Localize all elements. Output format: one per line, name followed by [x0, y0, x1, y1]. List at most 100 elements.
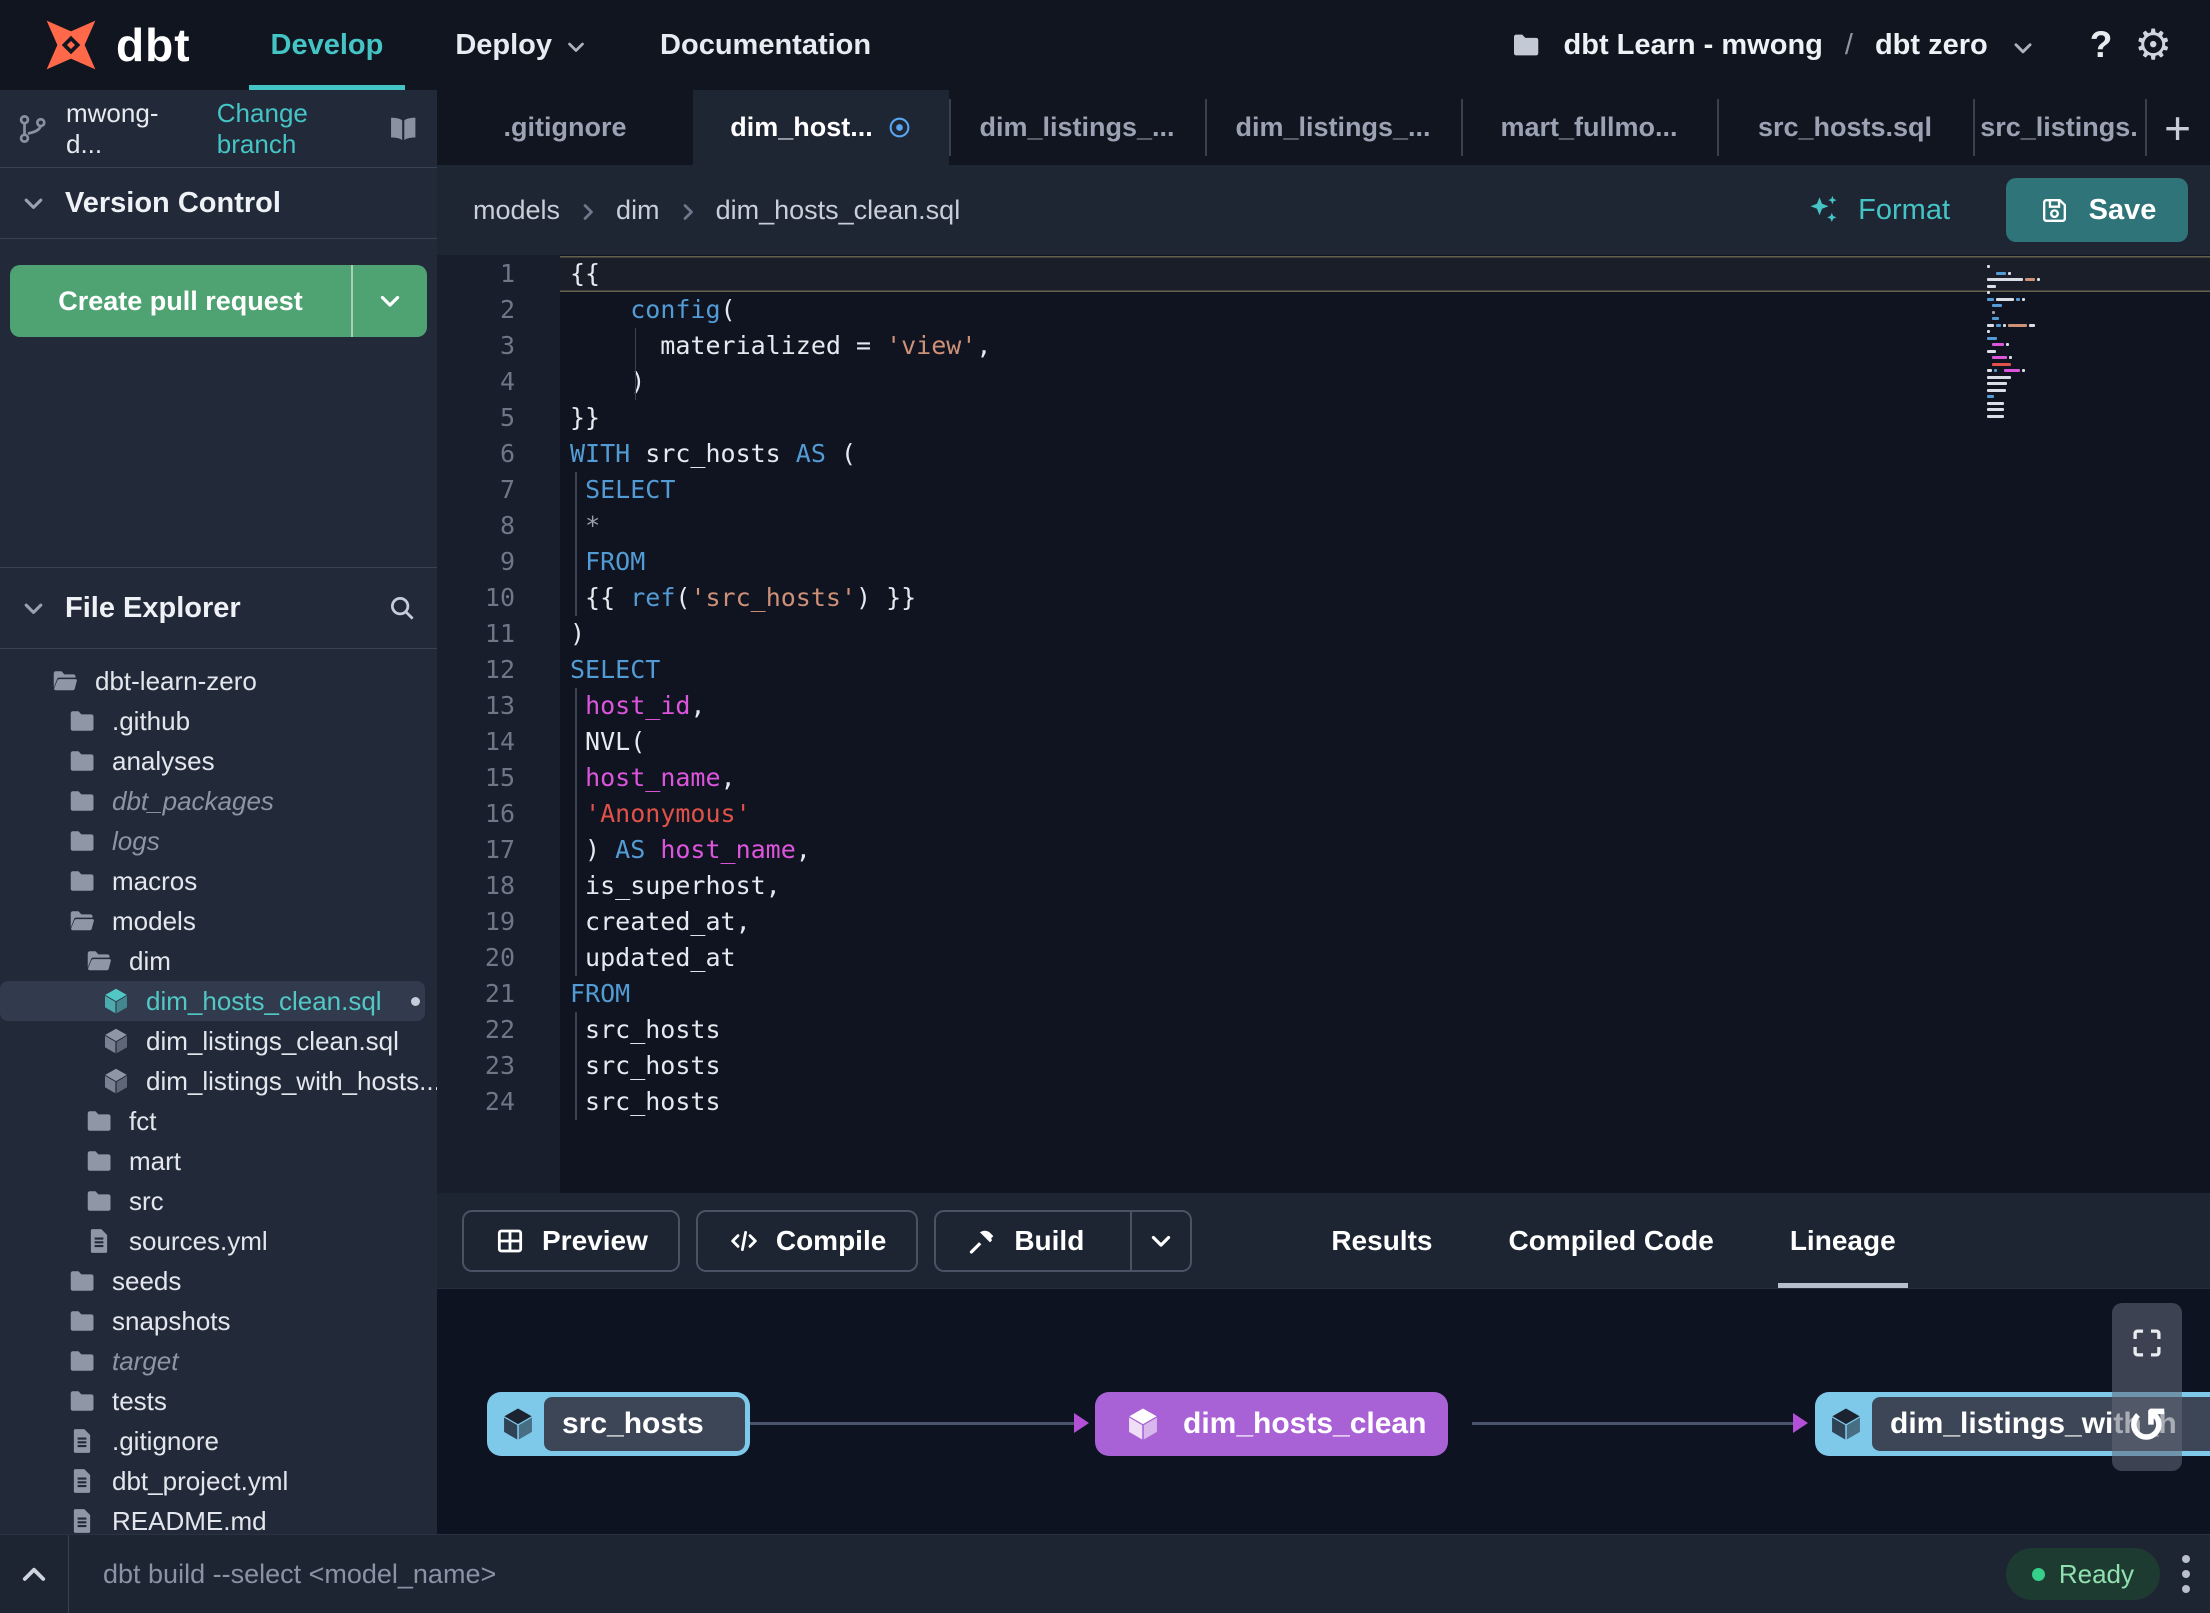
chevron-down-icon[interactable]	[2010, 35, 2036, 61]
code-editor[interactable]: 1{{2 config(3 materialized = 'view', 4 ) 5…	[437, 255, 2210, 1193]
search-icon[interactable]	[387, 593, 417, 623]
dbt-logo[interactable]: dbt	[0, 0, 235, 90]
tab-src_listings.[interactable]: src_listings.	[1973, 90, 2145, 165]
tree-item-.github[interactable]: .github	[0, 701, 425, 741]
lineage-node-label: src_hosts	[544, 1397, 745, 1451]
help-button[interactable]: ?	[2090, 24, 2113, 66]
command-input[interactable]: dbt build --select <model_name>	[103, 1559, 496, 1590]
tree-item-label: README.md	[112, 1505, 267, 1535]
refresh-lineage-icon[interactable]: ↺	[2127, 1402, 2167, 1451]
breadcrumb-item[interactable]: dim	[616, 195, 660, 226]
tree-item-target[interactable]: target	[0, 1341, 425, 1381]
fullscreen-icon[interactable]	[2128, 1324, 2166, 1362]
line-number: 6	[499, 439, 515, 468]
lineage-canvas[interactable]: src_hosts dim_hosts_clean dim_listings_wit…	[437, 1288, 2210, 1534]
change-branch-link[interactable]: Change branch	[217, 98, 387, 160]
preview-grid-icon	[494, 1225, 526, 1257]
panel-tab-results[interactable]: Results	[1293, 1193, 1470, 1288]
tree-item-tests[interactable]: tests	[0, 1381, 425, 1421]
save-floppy-icon	[2038, 194, 2071, 227]
line-number: 21	[484, 979, 515, 1008]
edge-arrow-icon	[1793, 1413, 1808, 1433]
tab-dim_listings_...[interactable]: dim_listings_...	[949, 90, 1205, 165]
line-number: 2	[499, 295, 515, 324]
tree-item-src[interactable]: src	[0, 1181, 425, 1221]
tab-.gitignore[interactable]: .gitignore	[437, 90, 693, 165]
top-navbar: dbt Develop Deploy Documentation dbt Learn…	[0, 0, 2210, 90]
create-pull-request-label[interactable]: Create pull request	[10, 265, 353, 337]
panel-tab-lineage[interactable]: Lineage	[1752, 1193, 1934, 1288]
save-label: Save	[2088, 193, 2157, 226]
tree-item-logs[interactable]: logs	[0, 821, 425, 861]
pr-dropdown-button[interactable]	[353, 265, 427, 337]
preview-button[interactable]: Preview	[462, 1209, 680, 1272]
tree-item-dim_listings_clean.sql[interactable]: dim_listings_clean.sql	[0, 1021, 425, 1061]
panel-tab-compiled-code[interactable]: Compiled Code	[1470, 1193, 1751, 1288]
nav-item-develop[interactable]: Develop	[235, 0, 420, 90]
tree-item-dim_hosts_clean.sql[interactable]: dim_hosts_clean.sql	[0, 981, 425, 1021]
docs-book-icon[interactable]	[387, 112, 419, 146]
tab-dim_listings_...[interactable]: dim_listings_...	[1205, 90, 1461, 165]
minimap-line	[1987, 382, 2045, 385]
environment-name[interactable]: dbt zero	[1875, 29, 1988, 62]
line-number: 9	[499, 547, 515, 576]
line-content: }}	[570, 403, 601, 432]
tree-item-README.md[interactable]: README.md	[0, 1501, 425, 1534]
kebab-menu-icon[interactable]	[2182, 1555, 2190, 1593]
line-number: 19	[484, 907, 515, 936]
lineage-node-src_hosts[interactable]: src_hosts	[487, 1392, 750, 1456]
build-button[interactable]: Build	[934, 1209, 1193, 1272]
breadcrumb-item[interactable]: dim_hosts_clean.sql	[716, 195, 961, 226]
breadcrumb-item[interactable]: models	[473, 195, 560, 226]
build-dropdown-button[interactable]	[1130, 1211, 1190, 1270]
tree-item-analyses[interactable]: analyses	[0, 741, 425, 781]
compile-button[interactable]: Compile	[695, 1209, 919, 1272]
tree-item-mart[interactable]: mart	[0, 1141, 425, 1181]
tree-item-.gitignore[interactable]: .gitignore	[0, 1421, 425, 1461]
code-line: 9 FROM	[437, 544, 2210, 580]
tab-mart_fullmo...[interactable]: mart_fullmo...	[1461, 90, 1717, 165]
indent-guide-line	[575, 1048, 577, 1084]
account-name[interactable]: dbt Learn - mwong	[1564, 29, 1823, 62]
line-number: 23	[484, 1051, 515, 1080]
tree-item-sources.yml[interactable]: sources.yml	[0, 1221, 425, 1261]
tab-src_hosts.sql[interactable]: src_hosts.sql	[1717, 90, 1973, 165]
tree-item-fct[interactable]: fct	[0, 1101, 425, 1141]
editor-tabbar: .gitignore dim_host... dim_listings_... dim…	[437, 90, 2210, 165]
tree-item-dbt_project.yml[interactable]: dbt_project.yml	[0, 1461, 425, 1501]
tree-item-snapshots[interactable]: snapshots	[0, 1301, 425, 1341]
lineage-edge	[1472, 1422, 1794, 1425]
tree-item-macros[interactable]: macros	[0, 861, 425, 901]
save-button[interactable]: Save	[2006, 178, 2188, 242]
folder-icon	[67, 1306, 97, 1336]
command-bar-toggle[interactable]	[0, 1535, 69, 1613]
tab-dim_host...[interactable]: dim_host...	[693, 90, 949, 165]
tree-item-seeds[interactable]: seeds	[0, 1261, 425, 1301]
editor-minimap[interactable]	[1987, 265, 2045, 421]
chevron-down-icon	[564, 35, 588, 59]
new-tab-button[interactable]: +	[2145, 90, 2210, 165]
version-control-header[interactable]: Version Control	[0, 168, 437, 239]
tree-item-dim[interactable]: dim	[0, 941, 425, 981]
cube-icon	[101, 1026, 131, 1056]
settings-gear-icon[interactable]: ⚙	[2134, 24, 2172, 66]
tree-item-dbt_packages[interactable]: dbt_packages	[0, 781, 425, 821]
build-main[interactable]: Build	[936, 1212, 1114, 1270]
nav-item-documentation[interactable]: Documentation	[624, 0, 907, 90]
ready-dot-icon	[2031, 1567, 2045, 1581]
tree-item-dbt-learn-zero[interactable]: dbt-learn-zero	[0, 661, 425, 701]
lineage-node-dim_hosts_clean[interactable]: dim_hosts_clean	[1095, 1392, 1449, 1456]
line-number: 15	[484, 763, 515, 792]
tree-item-models[interactable]: models	[0, 901, 425, 941]
nav-item-deploy[interactable]: Deploy	[419, 0, 624, 90]
chevron-up-icon	[17, 1557, 51, 1591]
create-pull-request-button[interactable]: Create pull request	[10, 265, 427, 337]
modified-dot	[410, 996, 420, 1006]
minimap-line	[1987, 284, 2045, 288]
code-line: 24 src_hosts	[437, 1084, 2210, 1120]
line-number: 13	[484, 691, 515, 720]
minimap-line	[1987, 375, 2045, 379]
tree-item-dim_listings_with_hosts...[interactable]: dim_listings_with_hosts...	[0, 1061, 437, 1101]
file-explorer-header[interactable]: File Explorer	[0, 567, 437, 649]
format-button[interactable]: Format	[1806, 192, 1950, 228]
